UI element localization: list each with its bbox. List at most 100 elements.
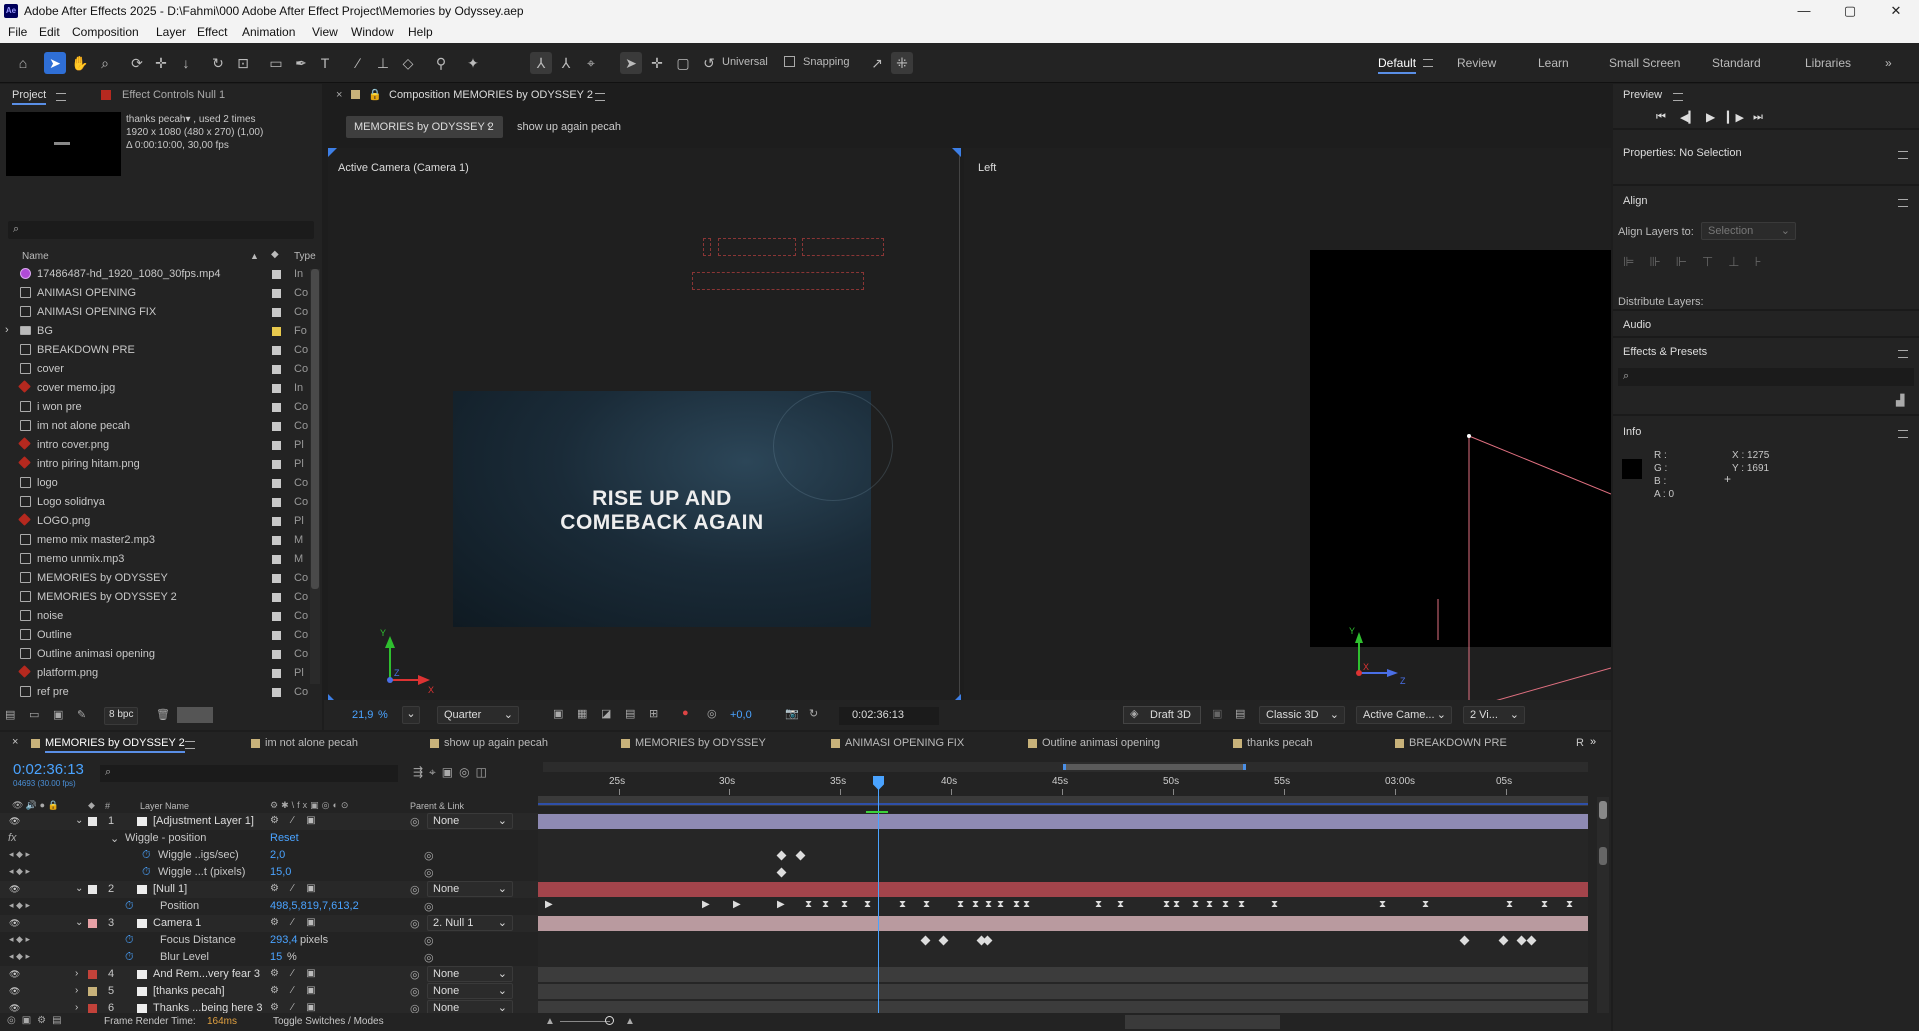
layer-switches[interactable]: ⚙ ∕ ▣ [270,968,321,979]
workspace-libraries[interactable]: Libraries [1805,56,1851,70]
properties-menu-icon[interactable] [1898,151,1908,159]
timeline-tab[interactable]: R [1576,737,1584,749]
keyframe-icon[interactable]: ⧗ [1023,899,1030,910]
layer-switches[interactable]: ⚙ ∕ ▣ [270,917,321,928]
project-menu-icon[interactable] [56,93,66,101]
keyframe-icon[interactable]: ⧗ [1206,899,1213,910]
3d-move-icon[interactable]: ✛ [646,52,668,74]
selection-tool-icon[interactable]: ➤ [44,52,66,74]
zoom-tool-icon[interactable]: ⌕ [94,52,116,74]
project-item[interactable]: 17486487-hd_1920_1080_30fps.mp4 In [0,265,310,284]
parent-dropdown[interactable]: None ⌄ [427,813,513,829]
layer-label-swatch[interactable] [88,817,97,826]
local-axis-icon[interactable]: ⅄ [530,52,552,74]
resolution-dropdown[interactable]: Quarter ⌄ [437,706,519,724]
label-swatch[interactable] [272,403,281,412]
color-swatch[interactable] [177,707,213,723]
parent-dropdown[interactable]: None ⌄ [427,966,513,982]
hand-tool-icon[interactable]: ✋ [69,52,91,74]
menu-edit[interactable]: Edit [39,25,60,39]
keyframe-icon[interactable]: ⧗ [1095,899,1102,910]
comp-menu-icon[interactable] [595,93,605,101]
workspace-default[interactable]: Default [1378,56,1417,74]
property-row[interactable]: ◂ ◆ ▸ ⏱ Blur Level 15% ◎ [0,949,540,966]
layer-track-bar[interactable] [538,882,1588,897]
effects-menu-icon[interactable] [1898,350,1908,358]
property-row[interactable]: ◂ ◆ ▸ ⏱ Wiggle ..igs/sec) 2,0 ◎ [0,847,540,864]
keyframe-icon[interactable]: ⧗ [957,899,964,910]
keyframe-icon[interactable]: ⧗ [1013,899,1020,910]
show-snapshot-icon[interactable]: ↻ [809,707,818,720]
label-swatch[interactable] [272,593,281,602]
keyframe-icon[interactable]: ⧗ [1163,899,1170,910]
close-tab-icon[interactable]: × [336,89,342,101]
color-mgmt-icon[interactable]: ◎ [707,707,717,720]
info-menu-icon[interactable] [1898,430,1908,438]
layer-name[interactable]: [thanks pecah] [153,985,225,997]
dolly-tool-icon[interactable]: ↓ [175,52,197,74]
workspace-menu-icon[interactable] [1423,59,1433,67]
tabs-overflow-icon[interactable]: » [1590,736,1596,748]
menu-window[interactable]: Window [351,25,394,39]
workspace-learn[interactable]: Learn [1538,56,1569,70]
align-to-dropdown[interactable]: Selection ⌄ [1701,222,1796,240]
project-item[interactable]: i won pre Co [0,398,310,417]
label-swatch[interactable] [272,365,281,374]
pickwhip-icon[interactable]: ◎ [410,815,420,828]
keyframe-navigator[interactable]: ◂ ◆ ▸ [9,900,30,911]
last-frame-icon[interactable]: ⏭ [1753,111,1763,124]
layer-switches[interactable]: ⚙ ∕ ▣ [270,883,321,894]
pickwhip-icon[interactable]: ◎ [410,883,420,896]
view-axis-icon[interactable]: ⌖ [580,52,602,74]
property-track[interactable] [538,831,1588,846]
rotation-tool-icon[interactable]: ↻ [207,52,229,74]
keyframe-icon[interactable]: ▶ [545,899,553,910]
keyframe-icon[interactable]: ⧗ [985,899,992,910]
property-value[interactable]: 15,0 [270,866,291,878]
label-swatch[interactable] [272,574,281,583]
layer-name[interactable]: And Rem...very fear 3 [153,968,260,980]
project-item[interactable]: ANIMASI OPENING FIX Co [0,303,310,322]
timeline-tab[interactable]: Outline animasi opening [1042,737,1160,749]
project-item[interactable]: cover memo.jpg In [0,379,310,398]
property-track[interactable] [538,950,1588,965]
keyframe-icon[interactable]: ⧗ [1541,899,1548,910]
property-value[interactable]: 498,5,819,7,613,2 [270,900,359,912]
property-value[interactable]: Reset [270,832,299,844]
zoom-slider-knob[interactable] [605,1016,614,1025]
parent-dropdown[interactable]: None ⌄ [427,881,513,897]
effects-search-input[interactable]: ⌕ [1618,368,1914,386]
views-dropdown[interactable]: 2 Vi... ⌄ [1463,706,1525,724]
label-swatch[interactable] [272,289,281,298]
align-buttons[interactable]: ⊫⊪⊩⊤⊥⊦ [1623,254,1776,270]
keyframe-icon[interactable]: ⧗ [841,899,848,910]
maximize-button[interactable]: ▢ [1827,0,1873,22]
renderer-dropdown[interactable]: Classic 3D ⌄ [1259,706,1345,724]
keyframe-icon[interactable]: ⧗ [899,899,906,910]
keyframe-icon[interactable]: ⧗ [1173,899,1180,910]
property-track[interactable] [538,933,1588,948]
layer-switches[interactable]: ⚙ ∕ ▣ [270,1002,321,1013]
layer-row[interactable]: 👁 ⌄ 1 [Adjustment Layer 1] ⚙ ∕ ▣ ◎ None ⌄ [0,813,540,830]
close-button[interactable]: ✕ [1873,0,1919,22]
label-col-icon[interactable]: ◆ [271,249,279,260]
world-axis-icon[interactable]: ⅄ [555,52,577,74]
project-search-input[interactable]: ⌕ [8,221,314,239]
mask-icon[interactable]: ◪ [601,707,611,720]
project-item[interactable]: intro cover.png Pl [0,436,310,455]
project-item[interactable]: memo unmix.mp3 M [0,550,310,569]
timeline-tab[interactable]: BREAKDOWN PRE [1409,737,1507,749]
timeline-vscroll[interactable] [1597,797,1609,1023]
zoom-value[interactable]: 21,9 [352,709,373,721]
lock-icon[interactable]: 🔒 [368,88,382,101]
project-item[interactable]: Outline Co [0,626,310,645]
visibility-eye-icon[interactable]: 👁 [9,816,20,827]
viewer-active-camera[interactable]: Active Camera (Camera 1) RISE UP AND COM… [328,148,961,704]
visibility-eye-icon[interactable]: 👁 [9,884,20,895]
camera-dropdown[interactable]: Active Came... ⌄ [1356,706,1452,724]
menu-file[interactable]: File [8,25,27,39]
project-item[interactable]: im not alone pecah Co [0,417,310,436]
eraser-tool-icon[interactable]: ◇ [397,52,419,74]
layer-label-swatch[interactable] [88,970,97,979]
timeline-search-input[interactable]: ⌕ [100,765,398,782]
